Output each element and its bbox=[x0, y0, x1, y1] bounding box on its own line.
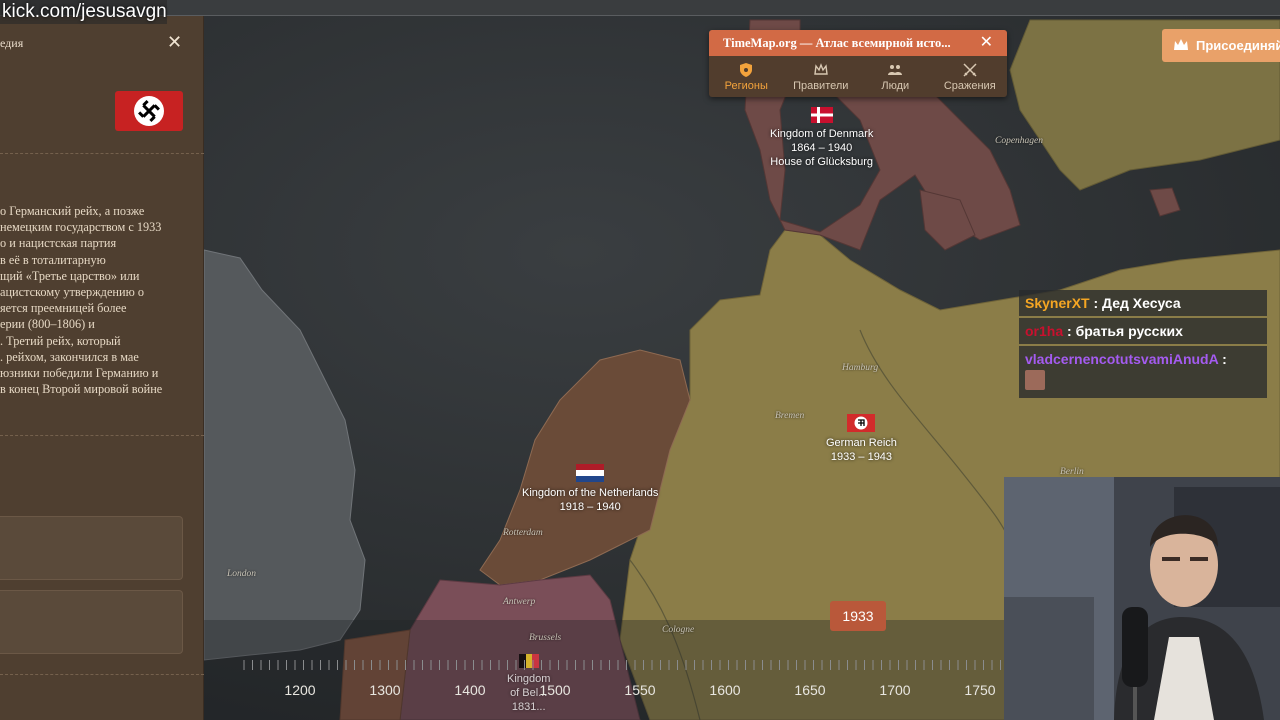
chat-text: Дед Хесуса bbox=[1102, 295, 1181, 311]
city-london: London bbox=[227, 569, 257, 579]
panel-divider bbox=[0, 435, 204, 436]
reich-flag-icon bbox=[847, 414, 876, 432]
description-line: о и нацистская партия bbox=[0, 236, 117, 251]
denmark-house: House of Glücksburg bbox=[770, 156, 874, 168]
panel-card[interactable] bbox=[0, 516, 183, 580]
netherlands-flag-icon bbox=[576, 464, 605, 482]
webcam-feed bbox=[1004, 477, 1280, 720]
panel-card[interactable] bbox=[0, 590, 183, 654]
denmark-flag-icon bbox=[810, 107, 833, 123]
chat-message: vladcernencotutsvamiAnudA : bbox=[1019, 346, 1267, 398]
join-button-label: Присоединяйтесь bbox=[1196, 38, 1280, 53]
chat-message: or1ha : братья русских bbox=[1019, 318, 1267, 344]
description-line: щий «Третье царство» или bbox=[0, 268, 140, 283]
chat-text-sep: : bbox=[1067, 323, 1076, 339]
country-info-panel: едия ✕ о Германский рейх, а позже немецк… bbox=[0, 16, 204, 720]
netherlands-years: 1918 – 1940 bbox=[559, 501, 621, 513]
germany-years: 1933 – 1943 bbox=[830, 451, 893, 463]
stream-url-overlay: kick.com/jesusavgn bbox=[0, 0, 167, 24]
chat-username: or1ha bbox=[1025, 323, 1064, 339]
city-rotterdam: Rotterdam bbox=[503, 528, 543, 538]
timeline-label: 1500 bbox=[539, 682, 571, 698]
description-line: ерии (800–1806) и bbox=[0, 317, 95, 332]
city-berlin: Berlin bbox=[1060, 467, 1084, 477]
tab-regions[interactable]: Регионы bbox=[709, 56, 784, 97]
timemap-popup: TimeMap.org — Атлас всемирной исто... ✕ … bbox=[709, 30, 1007, 97]
screen: Kingdom of Denmark 1864 – 1940 House of … bbox=[0, 0, 1280, 720]
description-line: . рейхом, закончился в мае bbox=[0, 349, 139, 364]
germany-name: German Reich bbox=[826, 437, 897, 449]
chat-username: vladcernencotutsvamiAnudA bbox=[1025, 351, 1219, 367]
crown-icon bbox=[1174, 39, 1188, 50]
people-icon bbox=[888, 64, 903, 75]
join-button[interactable]: Присоединяйтесь bbox=[1162, 29, 1280, 62]
stream-top-bar bbox=[0, 0, 1280, 16]
description-line: ацистскому утверждению о bbox=[0, 285, 144, 300]
timeline-label: 1700 bbox=[879, 682, 911, 698]
label-germany[interactable]: German Reich 1933 – 1943 bbox=[826, 414, 897, 464]
panel-close-icon[interactable]: ✕ bbox=[167, 34, 182, 52]
chat-text-sep: : bbox=[1093, 295, 1103, 311]
popup-tabs: Регионы Правители Люди Сражения bbox=[709, 56, 1007, 97]
panel-divider bbox=[0, 674, 204, 675]
timeline-label: 1300 bbox=[369, 682, 401, 698]
description-line: юзники победили Германию и bbox=[0, 366, 159, 381]
swastika-flag-icon bbox=[115, 91, 183, 131]
current-year-badge[interactable]: 1933 bbox=[830, 601, 886, 631]
chat-overlay: SkynerXT : Дед Хесуса or1ha : братья рус… bbox=[1019, 290, 1267, 400]
tab-label: Сражения bbox=[943, 79, 996, 92]
timeline-label: 1200 bbox=[284, 682, 316, 698]
denmark-name: Kingdom of Denmark bbox=[770, 128, 874, 140]
label-denmark[interactable]: Kingdom of Denmark 1864 – 1940 House of … bbox=[770, 107, 873, 169]
crown-icon bbox=[813, 62, 828, 75]
shield-icon bbox=[740, 62, 753, 77]
description-line: в конец Второй мировой войне bbox=[0, 382, 163, 397]
label-netherlands[interactable]: Kingdom of the Netherlands 1918 – 1940 bbox=[522, 464, 658, 514]
city-cologne: Cologne bbox=[662, 625, 695, 635]
tab-label: Регионы bbox=[724, 79, 768, 92]
timeline-label: 1400 bbox=[454, 682, 486, 698]
city-antwerp: Antwerp bbox=[503, 597, 536, 607]
panel-title: едия bbox=[0, 36, 24, 50]
timeline-label: 1550 bbox=[624, 682, 656, 698]
tab-battles[interactable]: Сражения bbox=[933, 56, 1008, 97]
city-hamburg: Hamburg bbox=[842, 363, 879, 373]
city-bremen: Bremen bbox=[775, 411, 805, 421]
chat-text: братья русских bbox=[1075, 323, 1183, 339]
popup-header: TimeMap.org — Атлас всемирной исто... ✕ bbox=[709, 30, 1007, 56]
tab-rulers[interactable]: Правители bbox=[784, 56, 859, 97]
description-line: яется преемницей более bbox=[0, 301, 127, 316]
popup-title: TimeMap.org — Атлас всемирной исто... bbox=[723, 36, 951, 50]
netherlands-name: Kingdom of the Netherlands bbox=[522, 487, 659, 499]
popup-close-icon[interactable]: ✕ bbox=[980, 34, 993, 50]
description-line: немецким государством с 1933 bbox=[0, 220, 162, 235]
city-copenhagen: Copenhagen bbox=[995, 136, 1044, 146]
panel-description: о Германский рейх, а позже немецким госу… bbox=[0, 203, 200, 397]
chat-text: : bbox=[1222, 351, 1227, 367]
webcam-image bbox=[1004, 477, 1280, 720]
chat-username: SkynerXT bbox=[1025, 295, 1090, 311]
denmark-years: 1864 – 1940 bbox=[791, 142, 853, 154]
chat-emote-icon bbox=[1025, 370, 1045, 390]
crossed-swords-icon bbox=[963, 62, 977, 77]
chat-message: SkynerXT : Дед Хесуса bbox=[1019, 290, 1267, 316]
description-line: в её в тоталитарную bbox=[0, 252, 106, 267]
timeline-slider[interactable]: 1200 1300 1400 1500 1550 1600 1650 1700 … bbox=[204, 640, 1004, 720]
description-line: о Германский рейх, а позже bbox=[0, 204, 145, 218]
timeline-label: 1750 bbox=[964, 682, 996, 698]
tab-label: Люди bbox=[881, 79, 910, 92]
tab-label: Правители bbox=[793, 79, 849, 92]
tab-people[interactable]: Люди bbox=[858, 56, 933, 97]
timeline-label: 1650 bbox=[794, 682, 826, 698]
timeline-label: 1600 bbox=[709, 682, 741, 698]
panel-divider bbox=[0, 153, 204, 154]
description-line: . Третий рейх, который bbox=[0, 333, 121, 348]
